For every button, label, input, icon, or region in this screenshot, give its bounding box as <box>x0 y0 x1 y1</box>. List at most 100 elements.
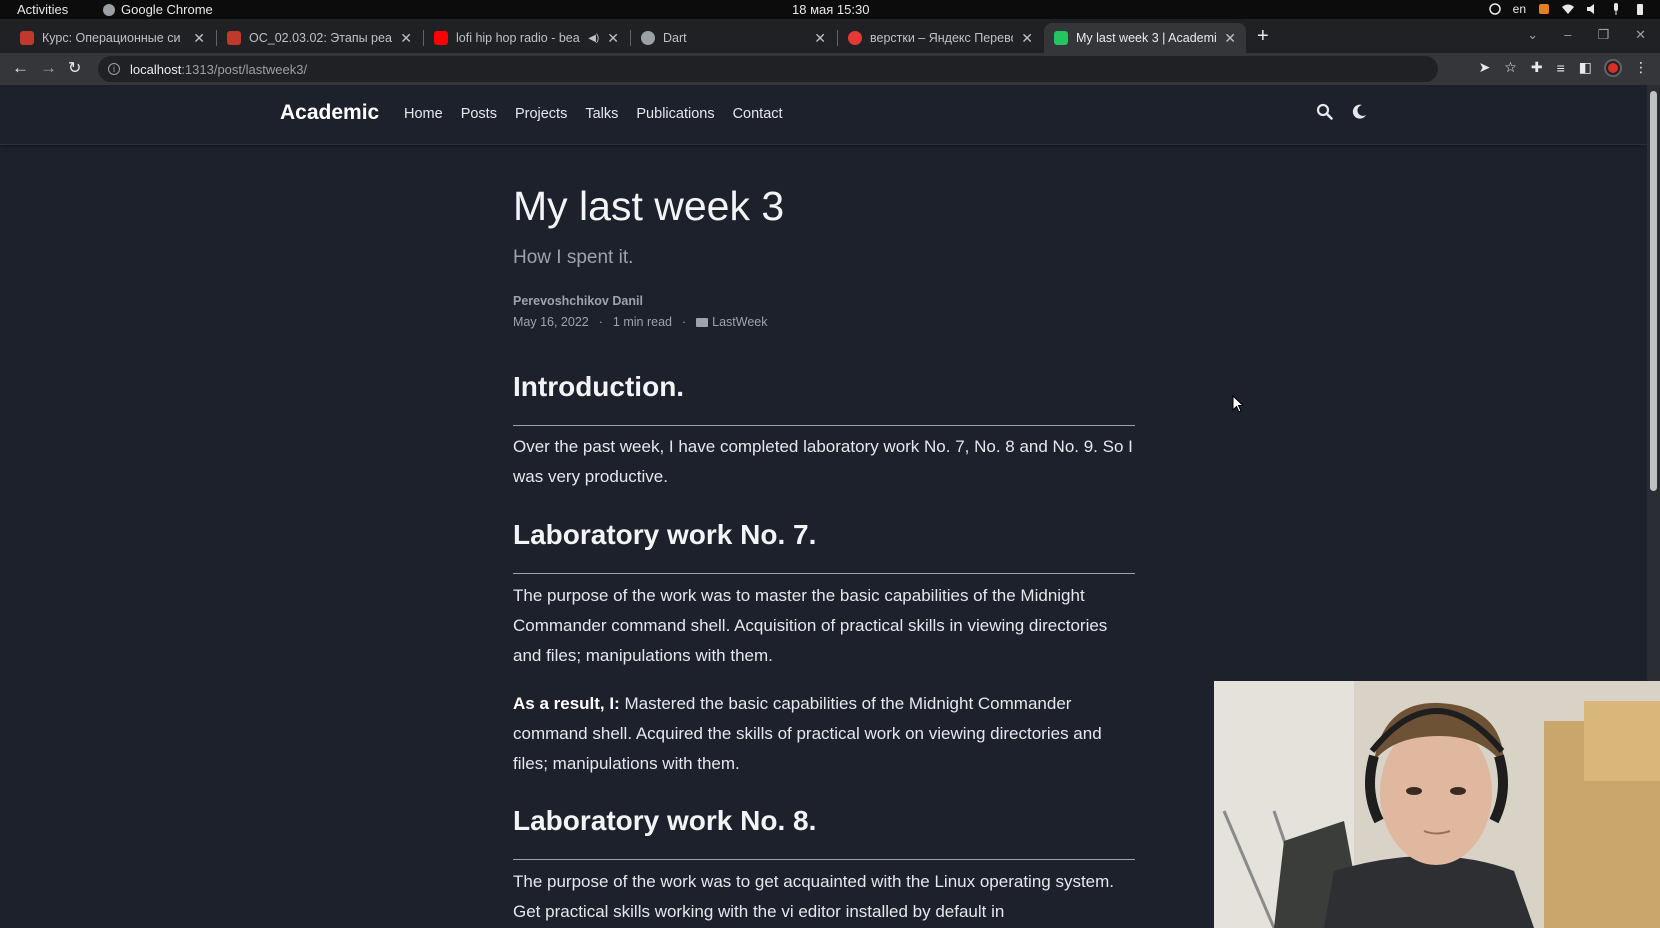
meta-separator: · <box>598 315 603 329</box>
section-paragraph: As a result, I: Mastered the basic capab… <box>513 689 1135 779</box>
site-menu: Home Posts Projects Talks Publications C… <box>404 106 783 122</box>
reading-time: 1 min read <box>612 315 672 329</box>
tab-title: ОС_02.03.02: Этапы реал <box>249 31 393 45</box>
tab-search-icon[interactable]: ⌄ <box>1527 27 1538 43</box>
language-indicator[interactable]: en <box>1513 2 1526 16</box>
close-tab-icon[interactable]: ✕ <box>1021 30 1033 47</box>
close-tab-icon[interactable]: ✕ <box>400 30 412 47</box>
bookmark-star-icon[interactable]: ☆ <box>1504 59 1517 76</box>
site-brand[interactable]: Academic <box>280 101 379 125</box>
network-status-icon <box>1488 3 1501 15</box>
tab-title: Курс: Операционные си <box>42 31 181 45</box>
scrollbar-thumb[interactable] <box>1650 91 1657 491</box>
webcam-overlay <box>1214 681 1660 928</box>
media-control-icon[interactable]: ≡ <box>1557 60 1565 76</box>
volume-icon <box>1587 4 1594 14</box>
close-tab-icon[interactable]: ✕ <box>814 30 826 47</box>
url-path: :1313/post/lastweek3/ <box>181 61 308 77</box>
tab-2[interactable]: ОС_02.03.02: Этапы реал ✕ <box>217 23 422 53</box>
paragraph-text: Over the past week, I have completed lab… <box>513 437 1133 486</box>
navbar-tools <box>1316 103 1368 120</box>
tab-title: My last week 3 | Academic <box>1076 31 1217 45</box>
tab-3[interactable]: lofi hip hop radio - bea ◀) ✕ <box>424 23 629 53</box>
section-heading: Laboratory work No. 8. <box>513 805 1135 860</box>
nav-projects[interactable]: Projects <box>515 106 567 122</box>
menu-kebab-icon[interactable]: ⋮ <box>1634 59 1648 76</box>
clock[interactable]: 18 мая 15:30 <box>792 2 869 17</box>
extensions-icon[interactable]: ✚ <box>1531 59 1543 76</box>
article-date: May 16, 2022 <box>513 315 589 329</box>
site-navbar: Academic Home Posts Projects Talks Publi… <box>0 85 1647 145</box>
paragraph-strong: As a result, I: <box>513 694 620 713</box>
address-bar[interactable]: i localhost:1313/post/lastweek3/ <box>98 56 1438 82</box>
nav-posts[interactable]: Posts <box>461 106 497 122</box>
tab-strip: Курс: Операционные си ✕ ОС_02.03.02: Эта… <box>0 19 1660 53</box>
tab-title: lofi hip hop radio - bea <box>456 31 580 45</box>
close-tab-icon[interactable]: ✕ <box>1224 30 1236 47</box>
tab-4[interactable]: Dart ✕ <box>631 23 836 53</box>
close-window-icon[interactable]: ✕ <box>1635 27 1646 43</box>
dark-mode-moon-icon[interactable] <box>1351 103 1368 120</box>
toolbar-actions: ➤ ☆ ✚ ≡ ◧ ⋮ <box>1479 59 1648 76</box>
wifi-icon <box>1562 4 1574 14</box>
activities-button[interactable]: Activities <box>17 2 68 17</box>
webcam-video-image <box>1214 681 1660 928</box>
side-panel-icon[interactable]: ◧ <box>1579 59 1592 76</box>
search-icon[interactable] <box>1316 103 1333 120</box>
reload-icon[interactable]: ↻ <box>68 58 81 78</box>
section-paragraph: The purpose of the work was to master th… <box>513 581 1135 671</box>
section-heading: Introduction. <box>513 371 1135 426</box>
back-icon[interactable]: ← <box>12 58 29 78</box>
youtube-favicon-icon <box>434 31 448 45</box>
nav-talks[interactable]: Talks <box>585 106 618 122</box>
window-controls: ⌄ – ❐ ✕ <box>1527 27 1646 43</box>
share-icon[interactable]: ➤ <box>1479 59 1491 76</box>
paragraph-text: The purpose of the work was to get acqua… <box>513 872 1115 921</box>
tab-title: Dart <box>663 31 687 45</box>
nav-publications[interactable]: Publications <box>636 106 714 122</box>
nav-home[interactable]: Home <box>404 106 443 122</box>
section-heading: Laboratory work No. 7. <box>513 519 1135 574</box>
paragraph-text: The purpose of the work was to master th… <box>513 586 1108 665</box>
tab-1[interactable]: Курс: Операционные си ✕ <box>10 23 215 53</box>
site-info-icon[interactable]: i <box>108 63 120 75</box>
nav-contact[interactable]: Contact <box>733 106 783 122</box>
url-host: localhost <box>130 61 182 77</box>
mouse-cursor-icon <box>1232 395 1244 413</box>
article-author[interactable]: Perevoshchikov Danil <box>513 294 643 308</box>
chrome-icon <box>103 3 115 16</box>
academic-favicon-icon <box>1054 31 1068 45</box>
close-tab-icon[interactable]: ✕ <box>607 30 619 47</box>
close-tab-icon[interactable]: ✕ <box>193 30 205 47</box>
tab-6-active[interactable]: My last week 3 | Academic ✕ <box>1044 23 1246 53</box>
new-tab-icon[interactable]: + <box>1257 25 1269 48</box>
system-top-bar: Activities Google Chrome 18 мая 15:30 en <box>0 0 1660 19</box>
battery-icon <box>1637 4 1643 15</box>
category-label: LastWeek <box>712 315 768 329</box>
folder-icon <box>696 318 709 327</box>
article-meta: May 16, 2022 · 1 min read · LastWeek <box>513 315 768 329</box>
meta-separator: · <box>681 315 687 329</box>
yandex-translate-favicon-icon <box>848 31 862 45</box>
section-paragraph: The purpose of the work was to get acqua… <box>513 867 1135 927</box>
article-subtitle: How I spent it. <box>513 247 634 268</box>
moodle-favicon-icon <box>227 31 241 45</box>
minimize-icon[interactable]: – <box>1564 27 1571 43</box>
restore-icon[interactable]: ❐ <box>1597 27 1609 43</box>
section-paragraph: Over the past week, I have completed lab… <box>513 432 1135 492</box>
article-category[interactable]: LastWeek <box>696 315 768 329</box>
microphone-icon <box>1614 3 1618 15</box>
forward-icon[interactable]: → <box>40 58 57 78</box>
dart-favicon-icon <box>641 31 655 45</box>
profile-avatar[interactable] <box>1606 60 1620 75</box>
article-title: My last week 3 <box>513 183 785 229</box>
app-menu[interactable]: Google Chrome <box>103 2 213 17</box>
app-name: Google Chrome <box>121 2 213 17</box>
audio-playing-icon[interactable]: ◀) <box>588 33 599 44</box>
browser-toolbar: ← → ↻ i localhost:1313/post/lastweek3/ ➤… <box>0 53 1660 85</box>
tab-title: верстки – Яндекс Перево <box>870 31 1014 45</box>
moodle-favicon-icon <box>20 31 34 45</box>
system-tray[interactable]: en <box>1488 2 1646 16</box>
tab-5[interactable]: верстки – Яндекс Перево ✕ <box>838 23 1043 53</box>
update-icon <box>1539 4 1549 14</box>
